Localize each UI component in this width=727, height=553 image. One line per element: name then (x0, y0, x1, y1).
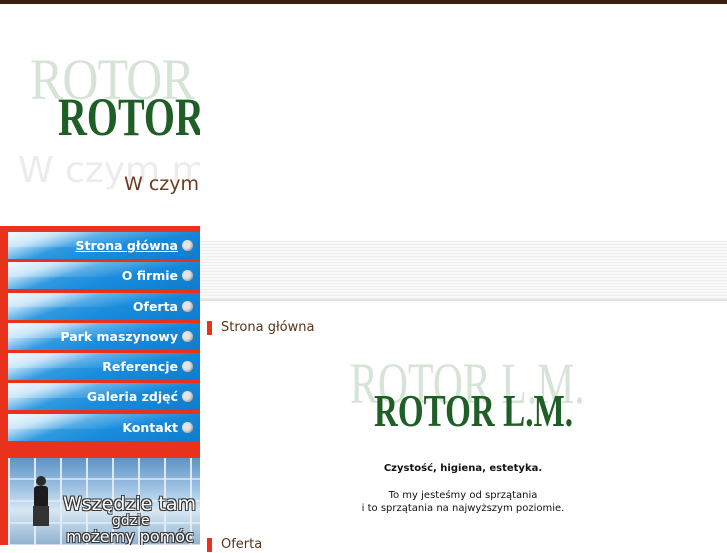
bullet-icon (182, 240, 193, 251)
nav-item-label: Oferta (132, 298, 178, 314)
section-title: Strona główna (221, 320, 315, 335)
bullet-icon (182, 391, 193, 403)
main-nav: Strona główna O firmie Oferta Park maszy… (8, 232, 200, 444)
window-cleaner-figure (30, 476, 52, 526)
bullet-icon (182, 421, 193, 433)
intro-line: i to sprzątania na najwyższym poziomie. (361, 503, 565, 514)
nav-item-label: Galeria zdjęć (86, 389, 178, 405)
nav-item-about[interactable]: O firmie (8, 262, 200, 290)
bullet-icon (182, 330, 193, 342)
nav-item-home[interactable]: Strona główna (8, 232, 200, 259)
section-marker (207, 538, 212, 552)
banner-line3: możemy pomóc (66, 527, 194, 545)
striped-divider (200, 241, 727, 301)
site-logo[interactable]: ROTOR L.M. (58, 86, 200, 148)
promo-banner[interactable]: Wszędzie tam gdzie możemy pomóc (8, 458, 200, 545)
site-slogan: W czym możemy pomóc (124, 173, 200, 195)
nav-item-label: Strona główna (75, 238, 178, 253)
nav-item-label: Kontakt (122, 419, 178, 435)
banner-line1: Wszędzie tam (63, 493, 196, 515)
nav-item-label: O firmie (121, 268, 178, 284)
nav-item-machinery[interactable]: Park maszynowy (8, 322, 200, 350)
nav-item-offer[interactable]: Oferta (8, 292, 200, 320)
intro-text: To my jesteśmy od sprzątania i to sprząt… (313, 489, 613, 515)
nav-item-label: Referencje (102, 359, 178, 375)
section-marker (207, 321, 212, 335)
nav-item-references[interactable]: Referencje (8, 353, 200, 381)
nav-item-gallery[interactable]: Galeria zdjęć (8, 383, 200, 411)
left-sidebar: Strona główna O firmie Oferta Park maszy… (0, 226, 200, 545)
nav-item-contact[interactable]: Kontakt (8, 413, 200, 441)
nav-item-label: Park maszynowy (60, 328, 178, 344)
tagline: Czystość, higiena, estetyka. (383, 463, 543, 474)
bullet-icon (182, 300, 193, 312)
bullet-icon (182, 361, 193, 373)
site-header: ROTOR L.M. ROTOR L.M. W czym możemy pomó… (0, 4, 200, 226)
bullet-icon (182, 270, 193, 282)
content-logo: ROTOR L.M. (374, 385, 574, 436)
intro-line: To my jesteśmy od sprzątania (388, 490, 538, 501)
